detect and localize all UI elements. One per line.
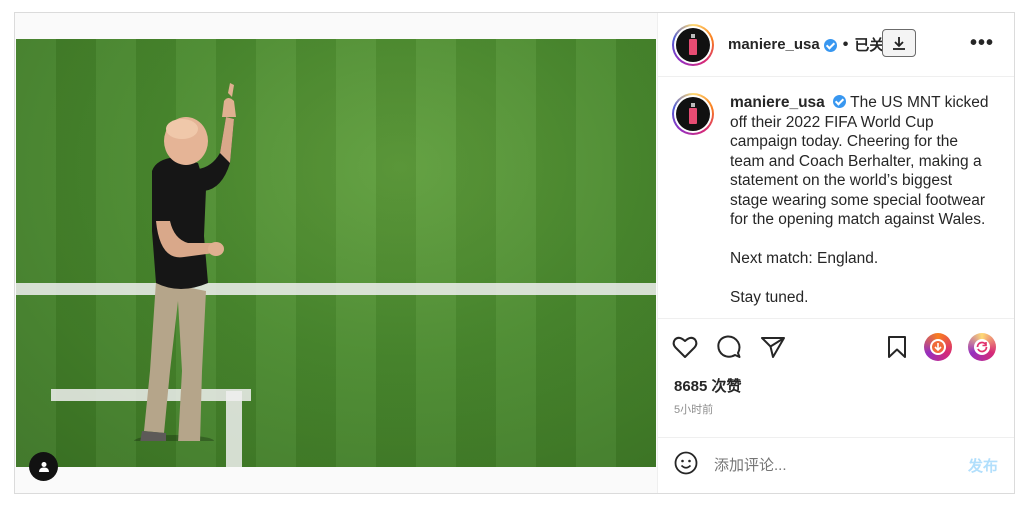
caption-text: maniere_usa The US MNT kicked off their …: [730, 93, 990, 318]
comment-bar: 发布: [658, 437, 1014, 493]
coach-figure: [134, 83, 236, 441]
caption-username[interactable]: maniere_usa: [730, 94, 825, 111]
download-icon[interactable]: [882, 29, 916, 57]
caption-area: maniere_usa The US MNT kicked off their …: [658, 77, 1014, 319]
post-comment-button[interactable]: 发布: [968, 455, 998, 476]
like-count[interactable]: 8685 次赞: [658, 375, 1014, 399]
post-media: [15, 13, 657, 493]
heart-icon[interactable]: [672, 335, 698, 359]
extension-download-icon[interactable]: [924, 333, 952, 361]
more-options-icon[interactable]: •••: [970, 33, 994, 53]
action-bar: [658, 319, 1014, 375]
post-photo[interactable]: [16, 39, 656, 467]
caption-paragraph: Stay tuned.: [730, 289, 809, 306]
post-sidebar: maniere_usa • 已关注 ••• maniere_usa The US…: [657, 13, 1014, 493]
separator-dot: •: [842, 35, 849, 53]
username-link[interactable]: maniere_usa: [728, 36, 820, 53]
extension-repost-icon[interactable]: [968, 333, 996, 361]
post-header: maniere_usa • 已关注 •••: [658, 13, 1014, 77]
post-timestamp[interactable]: 5小时前: [658, 399, 1014, 425]
emoji-icon[interactable]: [674, 451, 698, 480]
comment-icon[interactable]: [716, 334, 742, 360]
user-tag-icon[interactable]: [29, 452, 58, 481]
verified-badge-icon: [823, 39, 837, 52]
caption-paragraph: Next match: England.: [730, 250, 879, 267]
post-modal: maniere_usa • 已关注 ••• maniere_usa The US…: [14, 12, 1015, 494]
caption-paragraph: The US MNT kicked off their 2022 FIFA Wo…: [730, 94, 989, 228]
comment-input[interactable]: [714, 457, 968, 474]
verified-badge-icon: [833, 95, 847, 108]
bookmark-icon[interactable]: [886, 335, 908, 359]
share-icon[interactable]: [760, 335, 786, 359]
avatar[interactable]: [672, 23, 714, 66]
pitch-line: [16, 283, 656, 295]
avatar[interactable]: [672, 93, 714, 135]
